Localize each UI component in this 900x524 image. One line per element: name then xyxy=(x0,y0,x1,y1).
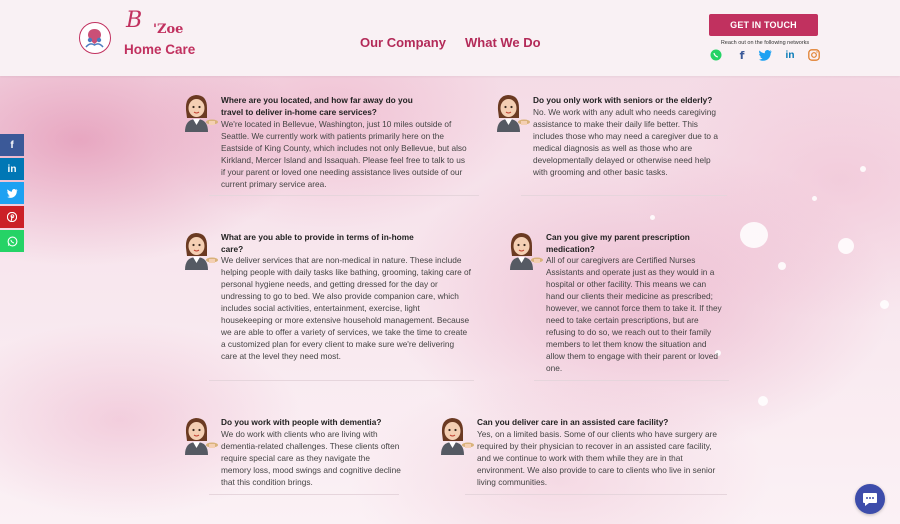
chat-icon xyxy=(863,492,877,506)
faq-question: Can you give my parent prescription medi… xyxy=(546,232,690,254)
faq-question: Do you work with people with dementia? xyxy=(221,417,382,427)
linkedin-icon: in xyxy=(7,163,17,175)
faq-answer: Yes, on a limited basis. Some of our cli… xyxy=(477,429,717,487)
logo-subtitle[interactable]: Home Care xyxy=(124,42,195,57)
divider xyxy=(465,494,727,495)
instagram-icon[interactable] xyxy=(807,48,821,62)
pinterest-icon xyxy=(7,212,17,222)
networks-note: Reach out on the following networks xyxy=(720,40,810,46)
share-pinterest-button[interactable] xyxy=(0,206,24,228)
divider xyxy=(209,195,479,196)
facebook-icon[interactable]: f xyxy=(735,48,749,62)
divider xyxy=(209,494,399,495)
caregiver-avatar-icon xyxy=(510,233,543,270)
twitter-icon xyxy=(6,188,17,198)
divider xyxy=(534,380,729,381)
share-whatsapp-button[interactable] xyxy=(0,230,24,252)
faq-answer: We do work with clients who are living w… xyxy=(221,429,401,487)
share-linkedin-button[interactable]: in xyxy=(0,158,24,180)
nav-our-company[interactable]: Our Company xyxy=(360,35,446,50)
faq-question: Can you deliver care in an assisted care… xyxy=(477,417,669,427)
divider xyxy=(521,195,727,196)
share-facebook-button[interactable]: f xyxy=(0,134,24,156)
logo-letter[interactable]: B xyxy=(126,10,142,32)
facebook-icon: f xyxy=(10,139,14,151)
faq-question: Do you only work with seniors or the eld… xyxy=(533,95,713,105)
get-in-touch-button[interactable]: GET IN TOUCH xyxy=(709,14,818,36)
divider xyxy=(209,380,474,381)
linkedin-icon[interactable]: in xyxy=(783,48,797,62)
whatsapp-icon xyxy=(7,236,17,246)
whatsapp-icon[interactable] xyxy=(709,48,723,62)
caregiver-avatar-icon xyxy=(185,418,218,455)
caregiver-avatar-icon xyxy=(441,418,474,455)
caregiver-avatar-icon xyxy=(497,95,530,132)
logo-name[interactable]: 'Zoe xyxy=(153,22,183,37)
caregiver-avatar-icon xyxy=(185,233,218,270)
faq-answer: All of our caregivers are Certified Nurs… xyxy=(546,255,722,373)
chat-widget-button[interactable] xyxy=(855,484,885,514)
twitter-icon[interactable] xyxy=(758,48,772,62)
faq-answer: We're located in Bellevue, Washington, j… xyxy=(221,119,467,189)
caregiver-avatar-icon xyxy=(185,95,218,132)
faq-question: What are you able to provide in terms of… xyxy=(221,232,414,254)
share-twitter-button[interactable] xyxy=(0,182,24,204)
faq-question: Where are you located, and how far away … xyxy=(221,95,413,117)
faq-answer: No. We work with any adult who needs car… xyxy=(533,107,718,177)
faq-answer: We deliver services that are non-medical… xyxy=(221,255,471,361)
logo-icon[interactable] xyxy=(79,22,111,54)
nav-what-we-do[interactable]: What We Do xyxy=(465,35,541,50)
site-header: B 'Zoe Home Care Our Company What We Do … xyxy=(0,0,900,76)
